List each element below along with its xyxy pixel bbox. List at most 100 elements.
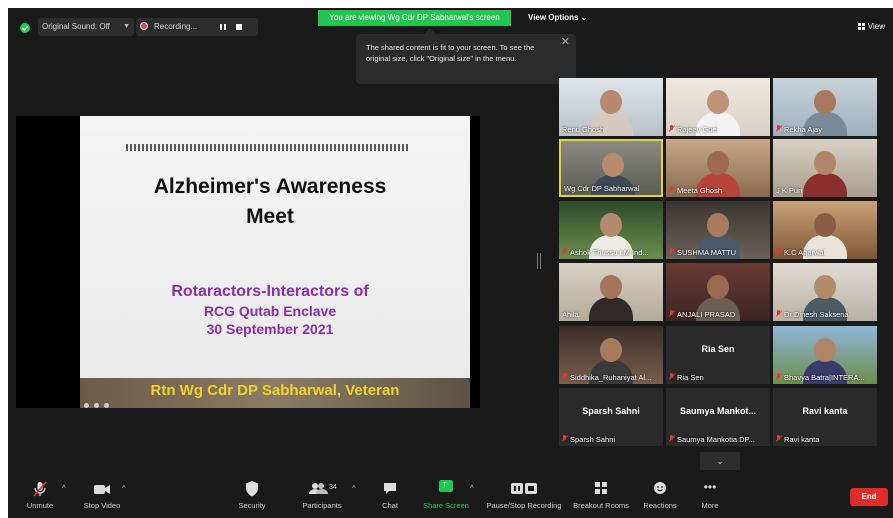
- mic-muted-icon: [776, 310, 782, 318]
- end-meeting-button[interactable]: End: [850, 488, 888, 506]
- participant-tile[interactable]: Wg Cdr DP Sabharwal: [559, 139, 663, 197]
- participant-tile[interactable]: Ria Sen Ria Sen: [666, 326, 770, 384]
- chevron-up-icon[interactable]: ^: [470, 484, 474, 493]
- participant-tile[interactable]: Rajeev Goel: [666, 78, 770, 136]
- participant-tile[interactable]: SUSHMA MATTU: [666, 201, 770, 259]
- view-button[interactable]: View: [857, 22, 885, 31]
- participant-name: Siddhika_Ruhaniyat Al...: [562, 373, 651, 382]
- mic-muted-icon: [776, 248, 782, 256]
- participant-tile[interactable]: Bhavya Batra|INTERA...: [773, 326, 877, 384]
- mic-muted-icon: [776, 125, 782, 133]
- participant-name-text: Bhavya Batra|INTERA...: [784, 373, 865, 382]
- participant-name: Ahila: [562, 310, 579, 319]
- mic-muted-icon: [669, 125, 675, 133]
- participant-name-text: Rekha Ajay: [784, 125, 822, 134]
- participant-name: Bhavya Batra|INTERA...: [776, 373, 865, 382]
- participant-name-text: Ravi kanta: [784, 435, 820, 444]
- slide-title-line1: Alzheimer's Awareness: [153, 175, 387, 198]
- shield-icon: [222, 480, 282, 498]
- mic-muted-icon: [669, 373, 675, 381]
- participant-tile[interactable]: Ahila: [559, 263, 663, 321]
- recording-indicator: Recording...: [136, 18, 258, 36]
- chevron-up-icon[interactable]: ^: [122, 484, 126, 493]
- close-icon[interactable]: ✕: [561, 37, 570, 48]
- participant-name-text: Ashok Thussu LM Ind...: [570, 248, 649, 257]
- chevron-up-icon[interactable]: ^: [352, 484, 356, 493]
- view-options-button[interactable]: View Options ⌄: [528, 13, 587, 22]
- participant-tile[interactable]: Saumya Mankot... Saumya Mankotia DP...: [666, 388, 770, 446]
- breakout-rooms-icon: [568, 480, 634, 498]
- security-button[interactable]: Security: [222, 480, 282, 510]
- viewing-banner: You are viewing Wg Cdr DP Sabharwal's sc…: [318, 10, 511, 26]
- participant-name-text: K.C Agarwal: [784, 248, 826, 257]
- participant-name: Sparsh Sahni: [562, 435, 615, 444]
- participant-tile[interactable]: Ashok Thussu LM Ind...: [559, 201, 663, 259]
- unmute-button[interactable]: Unmute: [10, 480, 70, 510]
- participant-name: Ravi kanta: [776, 435, 819, 444]
- participant-tile[interactable]: Rekha Ajay: [773, 78, 877, 136]
- mic-muted-icon: [669, 435, 675, 443]
- participant-tile[interactable]: Renu Ghosh: [559, 78, 663, 136]
- participant-tile[interactable]: Ravi kanta Ravi kanta: [773, 388, 877, 446]
- slide-subtitle-line1: Rotaractors-Interactors of: [171, 283, 369, 300]
- original-sound-label: Original Sound: Off: [42, 22, 110, 31]
- participant-name-text: J K Puri: [776, 186, 803, 195]
- participant-name: Meeta Ghosh: [669, 186, 722, 195]
- pause-stop-recording-label: Pause/Stop Recording: [486, 501, 562, 510]
- participants-icon: 34: [292, 480, 352, 498]
- slide-subtitle-line3: 30 September 2021: [206, 321, 334, 337]
- participant-tile[interactable]: ANJALI PRASAD: [666, 263, 770, 321]
- participant-tile[interactable]: J K Puri: [773, 139, 877, 197]
- participant-name-text: Dr Dinesh Saksena: [784, 310, 849, 319]
- participant-name: SUSHMA MATTU: [669, 248, 736, 257]
- breakout-rooms-button[interactable]: Breakout Rooms: [568, 480, 634, 510]
- participant-display-name: Sparsh Sahni: [582, 406, 640, 416]
- chat-button[interactable]: Chat: [360, 480, 420, 510]
- slide-title-line2: Meet: [246, 205, 294, 228]
- presentation-slide: Alzheimer's Awareness Meet Rotaractors-I…: [80, 116, 470, 408]
- participant-name-text: Meeta Ghosh: [677, 186, 723, 195]
- participant-name-text: Wg Cdr DP Sabharwal: [564, 184, 640, 193]
- participant-tile[interactable]: Meeta Ghosh: [666, 139, 770, 197]
- record-icon: [140, 22, 148, 30]
- mic-muted-icon: [10, 480, 70, 498]
- participant-name: K.C Agarwal: [776, 248, 825, 257]
- participant-name-text: Saumya Mankotia DP...: [677, 435, 755, 444]
- participant-name-text: Siddhika_Ruhaniyat Al...: [570, 373, 652, 382]
- participants-button[interactable]: 34 Participants: [292, 480, 352, 510]
- participant-display-name: Ria Sen: [701, 344, 735, 354]
- mic-muted-icon: [776, 435, 782, 443]
- slide-footer-band: Rtn Wg Cdr DP Sabharwal, Veteran: [80, 378, 470, 408]
- participant-name-text: Sparsh Sahni: [570, 435, 616, 444]
- stop-icon[interactable]: [236, 24, 242, 30]
- pause-stop-icon: [486, 480, 562, 498]
- participant-tile[interactable]: Sparsh Sahni Sparsh Sahni: [559, 388, 663, 446]
- participant-name: ANJALI PRASAD: [669, 310, 735, 319]
- participant-display-name: Saumya Mankot...: [679, 406, 757, 416]
- participant-name: Wg Cdr DP Sabharwal: [564, 184, 639, 193]
- shield-icon[interactable]: [20, 23, 30, 33]
- participant-tile[interactable]: K.C Agarwal: [773, 201, 877, 259]
- slide-nav-dots[interactable]: [84, 395, 124, 408]
- chevron-down-icon[interactable]: ▼: [123, 18, 130, 36]
- participant-tile[interactable]: Dr Dinesh Saksena: [773, 263, 877, 321]
- participants-count: 34: [329, 484, 337, 491]
- chat-label: Chat: [382, 501, 398, 510]
- mic-muted-icon: [562, 248, 568, 256]
- chevron-up-icon[interactable]: ^: [62, 484, 66, 493]
- more-label: More: [701, 501, 719, 510]
- pause-stop-recording-button[interactable]: Pause/Stop Recording: [486, 480, 562, 510]
- pause-icon[interactable]: [220, 24, 228, 30]
- more-button[interactable]: ••• More: [680, 480, 740, 510]
- resize-handle[interactable]: [537, 253, 541, 269]
- share-screen-button[interactable]: Share Screen: [416, 479, 476, 510]
- participant-name: Ria Sen: [669, 373, 704, 382]
- chevron-down-icon[interactable]: ⌄: [700, 452, 740, 470]
- participant-name-text: SUSHMA MATTU: [677, 248, 737, 257]
- participant-name-text: Rajeev Goel: [677, 125, 719, 134]
- original-sound-toggle[interactable]: Original Sound: Off ▼: [38, 18, 134, 36]
- breakout-rooms-label: Breakout Rooms: [573, 501, 629, 510]
- participant-tile[interactable]: Siddhika_Ruhaniyat Al...: [559, 326, 663, 384]
- participant-name-text: Ahila: [562, 310, 579, 319]
- grid-icon: [857, 23, 865, 30]
